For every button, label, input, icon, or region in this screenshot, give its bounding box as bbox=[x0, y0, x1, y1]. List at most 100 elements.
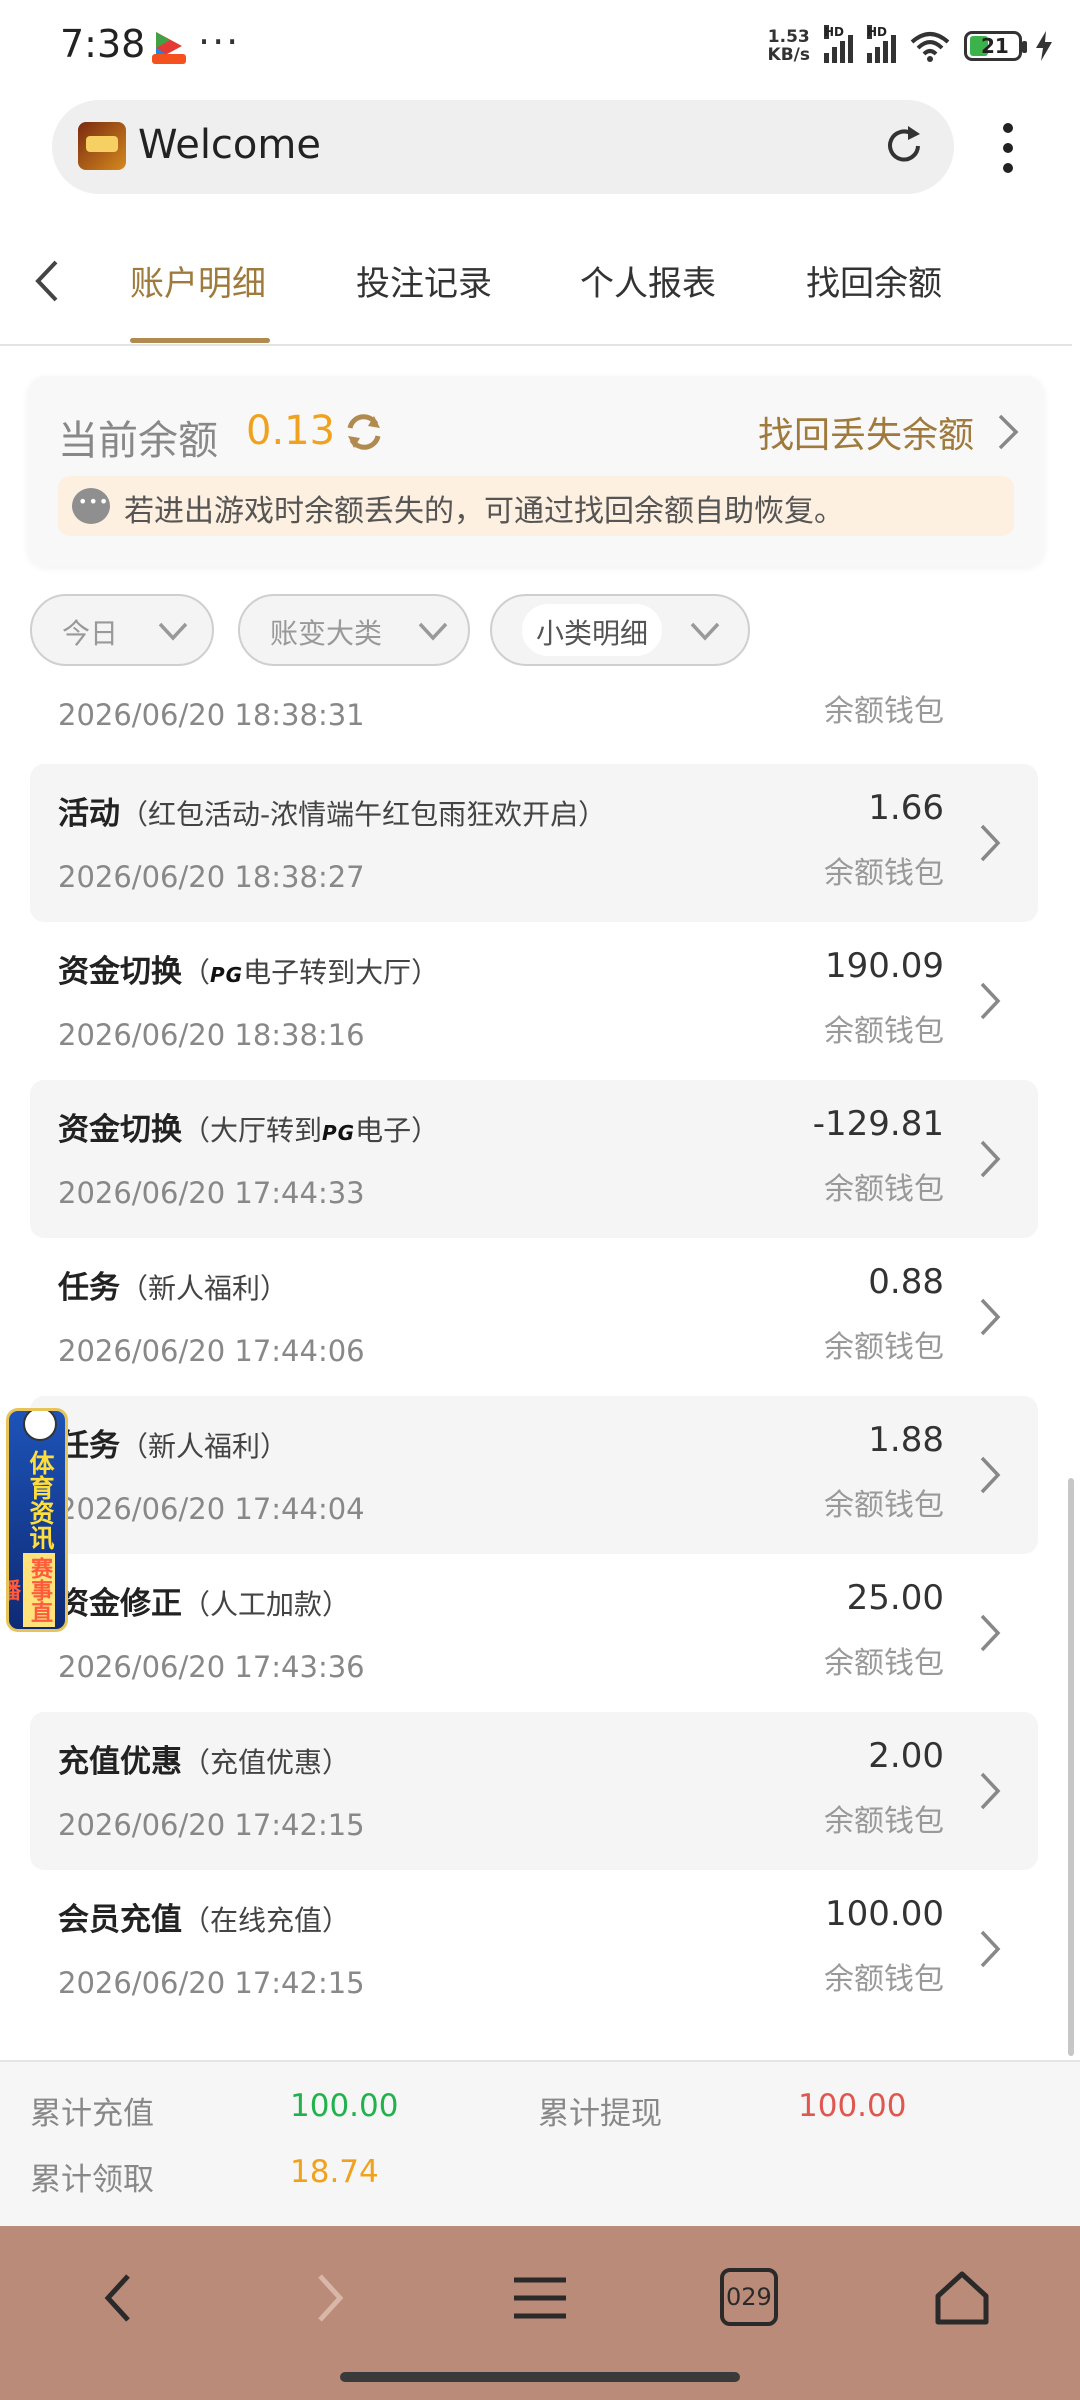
chevron-down-icon bbox=[690, 622, 720, 641]
list-item[interactable]: 2026/06/20 18:38:31 余额钱包 bbox=[30, 684, 1038, 760]
clock: 7:38 bbox=[60, 22, 146, 66]
chevron-right-icon bbox=[980, 1456, 1001, 1494]
transaction-list: 2026/06/20 18:38:31 余额钱包 活动（红包活动-浓情端午红包雨… bbox=[0, 684, 1080, 2054]
total-claim-label: 累计领取 bbox=[30, 2162, 154, 2198]
summary-panel: 累计充值 100.00 累计提现 100.00 累计领取 18.74 bbox=[0, 2060, 1080, 2226]
filter-date[interactable]: 今日 bbox=[30, 594, 214, 666]
chat-bubble-icon bbox=[72, 488, 110, 524]
pg-logo: PG bbox=[210, 963, 244, 987]
gesture-handle bbox=[340, 2372, 740, 2382]
list-item[interactable]: 任务（新人福利） 2026/06/20 17:44:06 0.88 余额钱包 bbox=[30, 1238, 1038, 1396]
tab-bet-records[interactable]: 投注记录 bbox=[356, 256, 492, 305]
item-wallet: 余额钱包 bbox=[824, 1488, 944, 1523]
wifi-icon bbox=[910, 32, 950, 62]
filter-subcategory[interactable]: 小类明细 bbox=[490, 594, 750, 666]
item-amount: 190.09 bbox=[825, 946, 944, 986]
balance-value: 0.13 bbox=[246, 408, 336, 454]
list-item[interactable]: 任务（新人福利） 2026/06/20 17:44:04 1.88 余额钱包 bbox=[30, 1396, 1038, 1554]
total-withdraw-value: 100.00 bbox=[798, 2088, 907, 2124]
signal-icon-2: HD bbox=[867, 25, 896, 63]
home-icon[interactable] bbox=[930, 2266, 994, 2330]
item-amount: 1.66 bbox=[868, 788, 944, 828]
reload-icon[interactable] bbox=[880, 122, 928, 170]
signal-icon: HD bbox=[824, 25, 853, 63]
tab-recover-balance[interactable]: 找回余额 bbox=[806, 256, 942, 305]
item-title: 任务（新人福利） bbox=[58, 1270, 289, 1306]
video-app-icon bbox=[152, 32, 186, 64]
chevron-down-icon bbox=[158, 622, 188, 641]
item-wallet: 余额钱包 bbox=[824, 1962, 944, 1997]
recover-lost-balance-link[interactable]: 找回丢失余额 bbox=[758, 406, 974, 458]
tab-personal-report[interactable]: 个人报表 bbox=[580, 256, 716, 305]
item-wallet: 余额钱包 bbox=[824, 1330, 944, 1365]
site-favicon bbox=[78, 122, 126, 170]
item-date: 2026/06/20 18:38:16 bbox=[58, 1018, 365, 1052]
total-recharge-label: 累计充值 bbox=[30, 2096, 154, 2132]
chevron-right-icon bbox=[980, 824, 1001, 862]
item-date: 2026/06/20 17:44:04 bbox=[58, 1492, 365, 1526]
item-amount: -129.81 bbox=[812, 1104, 944, 1144]
list-item[interactable]: 资金切换（大厅转到PG电子） 2026/06/20 17:44:33 -129.… bbox=[30, 1080, 1038, 1238]
active-tab-indicator bbox=[130, 338, 270, 343]
balance-card: 当前余额 0.13 找回丢失余额 若进出游戏时余额丢失的，可通过找回余额自助恢复… bbox=[28, 376, 1044, 566]
balance-notice: 若进出游戏时余额丢失的，可通过找回余额自助恢复。 bbox=[58, 476, 1014, 536]
status-bar: 7:38 ··· 1.53 KB/s HD HD 21 bbox=[0, 0, 1080, 96]
item-date: 2026/06/20 17:44:06 bbox=[58, 1334, 365, 1368]
list-item[interactable]: 会员充值（在线充值） 2026/06/20 17:42:15 100.00 余额… bbox=[30, 1870, 1038, 2028]
list-item[interactable]: 活动（红包活动-浓情端午红包雨狂欢开启） 2026/06/20 18:38:27… bbox=[30, 764, 1038, 922]
address-bar[interactable]: Welcome bbox=[52, 100, 954, 194]
back-icon[interactable] bbox=[88, 2266, 152, 2330]
item-wallet: 余额钱包 bbox=[824, 856, 944, 891]
pg-logo: PG bbox=[322, 1121, 356, 1145]
item-date: 2026/06/20 17:43:36 bbox=[58, 1650, 365, 1684]
chevron-right-icon bbox=[980, 1298, 1001, 1336]
total-recharge-value: 100.00 bbox=[290, 2088, 399, 2124]
item-date: 2026/06/20 17:42:15 bbox=[58, 1808, 365, 1842]
menu-icon[interactable] bbox=[508, 2266, 572, 2330]
network-speed: 1.53 KB/s bbox=[767, 27, 810, 65]
item-date: 2026/06/20 17:44:33 bbox=[58, 1176, 365, 1210]
refresh-balance-icon[interactable] bbox=[340, 408, 388, 456]
item-amount: 25.00 bbox=[846, 1578, 944, 1618]
chevron-right-icon bbox=[980, 1772, 1001, 1810]
soccer-ball-icon bbox=[23, 1411, 57, 1441]
total-claim-value: 18.74 bbox=[290, 2154, 379, 2190]
tab-bar: 账户明细 投注记录 个人报表 找回余额 bbox=[0, 214, 1072, 346]
item-title: 资金切换（PG电子转到大厅） bbox=[58, 954, 440, 990]
tab-count: 029 bbox=[726, 2283, 772, 2311]
item-title: 任务（新人福利） bbox=[58, 1428, 289, 1464]
item-amount: 1.88 bbox=[868, 1420, 944, 1460]
item-date: 2026/06/20 18:38:27 bbox=[58, 860, 365, 894]
notice-text: 若进出游戏时余额丢失的，可通过找回余额自助恢复。 bbox=[124, 494, 844, 529]
chevron-right-icon[interactable] bbox=[992, 410, 1022, 454]
scrollbar[interactable] bbox=[1068, 1478, 1074, 2056]
item-amount: 0.88 bbox=[868, 1262, 944, 1302]
item-wallet: 余额钱包 bbox=[824, 1014, 944, 1049]
sports-news-floating-badge[interactable]: 体育资讯 赛事直播 bbox=[6, 1408, 68, 1632]
chevron-down-icon bbox=[418, 622, 448, 641]
forward-icon[interactable] bbox=[296, 2266, 360, 2330]
battery-icon: 21 bbox=[964, 31, 1027, 61]
total-withdraw-label: 累计提现 bbox=[538, 2096, 662, 2132]
item-amount: 100.00 bbox=[825, 1894, 944, 1934]
charging-icon bbox=[1036, 31, 1052, 61]
list-item[interactable]: 资金修正（人工加款） 2026/06/20 17:43:36 25.00 余额钱… bbox=[30, 1554, 1038, 1712]
browser-menu-icon[interactable] bbox=[990, 118, 1026, 178]
chevron-right-icon bbox=[980, 1614, 1001, 1652]
item-wallet: 余额钱包 bbox=[824, 1172, 944, 1207]
list-item[interactable]: 资金切换（PG电子转到大厅） 2026/06/20 18:38:16 190.0… bbox=[30, 922, 1038, 1080]
chevron-right-icon bbox=[980, 982, 1001, 1020]
back-arrow-icon[interactable] bbox=[28, 256, 68, 306]
filter-category[interactable]: 账变大类 bbox=[238, 594, 470, 666]
item-wallet: 余额钱包 bbox=[824, 1646, 944, 1681]
chevron-right-icon bbox=[980, 1930, 1001, 1968]
item-title: 会员充值（在线充值） bbox=[58, 1902, 351, 1938]
item-title: 活动（红包活动-浓情端午红包雨狂欢开启） bbox=[58, 796, 607, 832]
tabs-icon[interactable]: 029 bbox=[720, 2268, 778, 2326]
tab-account-details[interactable]: 账户明细 bbox=[130, 256, 266, 305]
balance-label: 当前余额 bbox=[58, 418, 218, 464]
item-title: 资金切换（大厅转到PG电子） bbox=[58, 1112, 440, 1148]
item-wallet: 余额钱包 bbox=[824, 1804, 944, 1839]
list-item[interactable]: 充值优惠（充值优惠） 2026/06/20 17:42:15 2.00 余额钱包 bbox=[30, 1712, 1038, 1870]
item-amount: 2.00 bbox=[868, 1736, 944, 1776]
